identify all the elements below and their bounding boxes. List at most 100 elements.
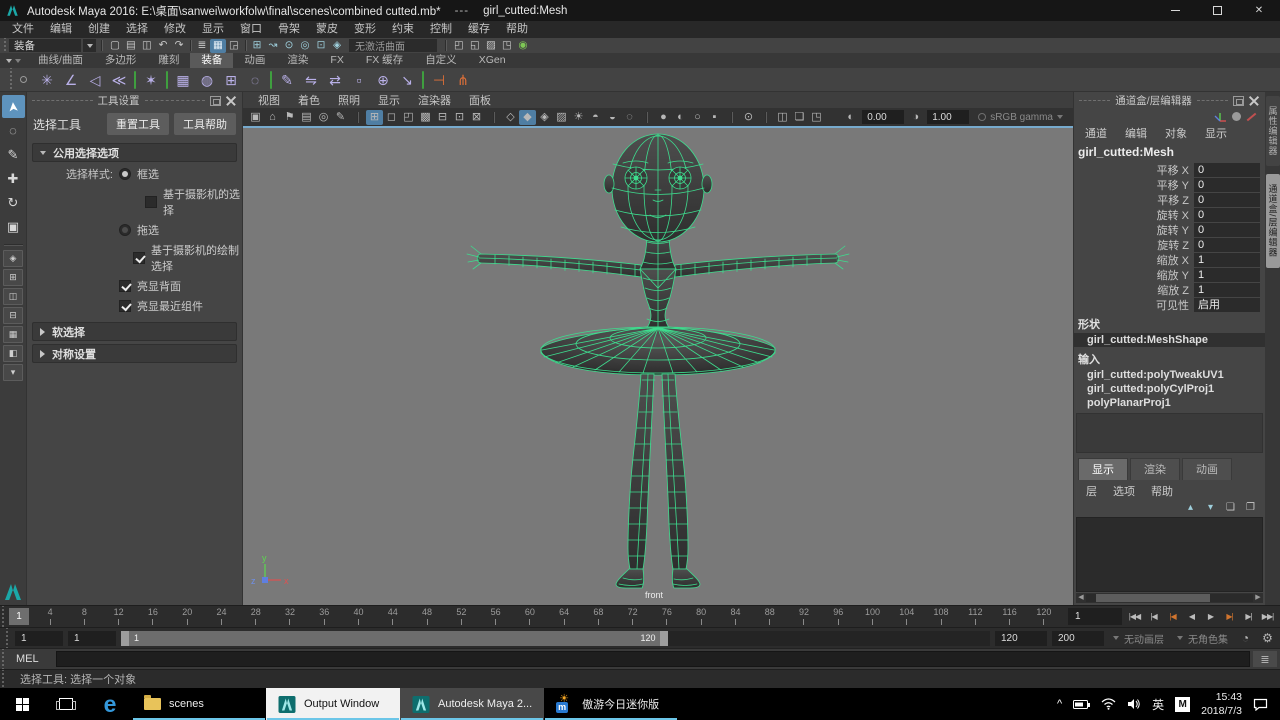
time-slider[interactable]: 1 4 8 12 16 20 24 28 [0, 605, 1280, 627]
menubar-item[interactable]: 编辑 [42, 21, 80, 38]
camera-paint-select-checkbox[interactable] [133, 252, 145, 264]
shelf-tab[interactable]: 雕刻 [147, 53, 190, 68]
camera-attributes-icon[interactable]: ⌂ [264, 110, 281, 125]
wifi-icon[interactable] [1101, 698, 1116, 710]
viewport-menu-item[interactable]: 着色 [289, 92, 329, 108]
separator[interactable] [267, 69, 275, 91]
menubar-item[interactable]: 约束 [384, 21, 422, 38]
mirror-skin-weights-icon[interactable]: ⇋ [299, 69, 323, 91]
start-button[interactable] [0, 688, 44, 720]
input-node-name[interactable]: girl_cutted:polyTweakUV1 [1074, 368, 1265, 382]
use-all-lights-icon[interactable]: ☀ [570, 110, 587, 125]
reset-tool-button[interactable]: 重置工具 [107, 113, 169, 135]
go-to-end-icon[interactable]: ▶▶| [1258, 612, 1277, 621]
safe-action-icon[interactable]: ⊡ [451, 110, 468, 125]
separator[interactable] [163, 69, 171, 91]
layer-editor-tab[interactable]: 渲染 [1130, 458, 1180, 480]
shaded-display-icon[interactable]: ◆ [519, 110, 536, 125]
close-panel-icon[interactable] [1249, 96, 1260, 106]
layout-single-pane-icon[interactable]: ◈ [3, 250, 23, 267]
separator[interactable] [723, 110, 740, 125]
isolate-select-icon[interactable]: ⊙ [740, 110, 757, 125]
current-frame-indicator[interactable]: 1 [9, 608, 29, 625]
shelf-tab[interactable]: XGen [468, 53, 517, 68]
attribute-value-field[interactable]: 1 [1194, 253, 1260, 267]
attribute-value-field[interactable]: 0 [1194, 178, 1260, 192]
gate-mask-icon[interactable]: ▩ [417, 110, 434, 125]
render-settings-icon[interactable]: ◉ [515, 39, 531, 53]
menubar-item[interactable]: 修改 [156, 21, 194, 38]
layout-four-pane-icon[interactable]: ⊞ [3, 269, 23, 286]
close-button[interactable]: ✕ [1238, 0, 1280, 21]
close-panel-icon[interactable] [226, 96, 237, 106]
menubar-item[interactable]: 显示 [194, 21, 232, 38]
maximize-button[interactable] [1196, 0, 1238, 21]
viewport-menu-item[interactable]: 照明 [329, 92, 369, 108]
scale-tool-icon[interactable]: ▣ [2, 215, 25, 238]
layer-list[interactable] [1076, 517, 1263, 592]
layout-persp-graph-icon[interactable]: ⊟ [3, 307, 23, 324]
anim-layer-dropdown[interactable]: 无动画层 [1109, 631, 1168, 646]
menubar-item[interactable]: 缓存 [460, 21, 498, 38]
layout-hypershade-icon[interactable]: ▦ [3, 326, 23, 343]
paint-skin-weights-icon[interactable]: ✎ [275, 69, 299, 91]
shape-node-name[interactable]: girl_cutted:MeshShape [1074, 333, 1265, 347]
pose-interpolator-icon[interactable]: ⋔ [451, 69, 475, 91]
attribute-value-field[interactable]: 0 [1194, 223, 1260, 237]
tool-help-button[interactable]: 工具帮助 [174, 113, 236, 135]
layout-more-icon[interactable]: ▾ [3, 364, 23, 381]
shelf-tab[interactable]: 曲线/曲面 [27, 53, 94, 68]
menubar-item[interactable]: 文件 [4, 21, 42, 38]
select-camera-icon[interactable]: ▣ [247, 110, 264, 125]
attribute-value-field[interactable]: 0 [1194, 193, 1260, 207]
select-by-component-icon[interactable]: ◲ [226, 39, 242, 53]
separator[interactable] [638, 110, 655, 125]
taskbar-app-maxthon[interactable]: ☀ m 傲游今日迷你版 [544, 688, 678, 720]
tear-off-copy-icon[interactable]: ❏ [791, 110, 808, 125]
attribute-value-field[interactable]: 1 [1194, 283, 1260, 297]
selected-object-name[interactable]: girl_cutted:Mesh [1074, 143, 1265, 162]
grid-toggle-icon[interactable]: ⊞ [366, 110, 383, 125]
playback-end-field[interactable]: 120 [995, 631, 1047, 646]
weight-hammer-icon[interactable]: ⊕ [371, 69, 395, 91]
action-center-icon[interactable] [1253, 698, 1268, 711]
animation-end-field[interactable]: 200 [1052, 631, 1104, 646]
task-view-button[interactable] [44, 688, 88, 720]
menubar-item[interactable]: 帮助 [498, 21, 536, 38]
battery-icon[interactable] [1073, 699, 1090, 710]
shelf-tab[interactable]: 渲染 [276, 53, 319, 68]
attribute-value-field[interactable]: 0 [1194, 238, 1260, 252]
sidebar-vertical-tab[interactable]: 通道盒/层编辑器 [1266, 174, 1280, 268]
menuset-dropdown[interactable]: 装备 [9, 39, 81, 52]
layer-list-scrollbar[interactable]: ◀ ▶ [1076, 593, 1263, 603]
joint-tool-icon[interactable]: ✳ [35, 69, 59, 91]
image-plane-icon[interactable]: ▤ [298, 110, 315, 125]
separator[interactable] [349, 110, 366, 125]
copy-skin-weights-icon[interactable]: ⇄ [323, 69, 347, 91]
xray-mode-icon[interactable]: ▪ [706, 110, 723, 125]
set-driven-key-icon[interactable]: ⊣ [427, 69, 451, 91]
range-end-handle[interactable] [660, 631, 668, 646]
chevron-down-icon[interactable] [83, 39, 96, 52]
playback-start-field[interactable]: 1 [68, 631, 116, 646]
edge-browser-button[interactable]: e [88, 688, 132, 720]
range-start-handle[interactable] [121, 631, 129, 646]
attribute-value-field[interactable]: 启用 [1194, 298, 1260, 312]
play-backwards-icon[interactable]: ◀ [1182, 612, 1201, 621]
copy-pane-icon[interactable]: ◫ [774, 110, 791, 125]
move-skinned-joints-icon[interactable]: ↘ [395, 69, 419, 91]
layer-editor-menu-item[interactable]: 层 [1078, 483, 1105, 499]
sidebar-vertical-tab[interactable]: 属性编辑器 [1266, 96, 1280, 166]
channel-box-menu-item[interactable]: 编辑 [1118, 125, 1154, 141]
range-slider-bar[interactable]: 1 120 [121, 631, 668, 646]
exposure-field[interactable]: 0.00 [862, 110, 904, 124]
snap-to-point-icon[interactable]: ⊙ [281, 39, 297, 53]
character-set-dropdown[interactable]: 无角色集 [1173, 631, 1232, 646]
new-empty-layer-icon[interactable]: ❏ [1224, 502, 1237, 514]
speed-state-icon[interactable] [1247, 112, 1257, 121]
input-node-name[interactable]: polyPlanarProj1 [1074, 396, 1265, 410]
snap-to-grid-icon[interactable]: ⊞ [249, 39, 265, 53]
pane-layout-icon[interactable]: ◳ [808, 110, 825, 125]
move-tool-icon[interactable]: ✚ [2, 167, 25, 190]
ipr-render-icon[interactable]: ▨ [483, 39, 499, 53]
